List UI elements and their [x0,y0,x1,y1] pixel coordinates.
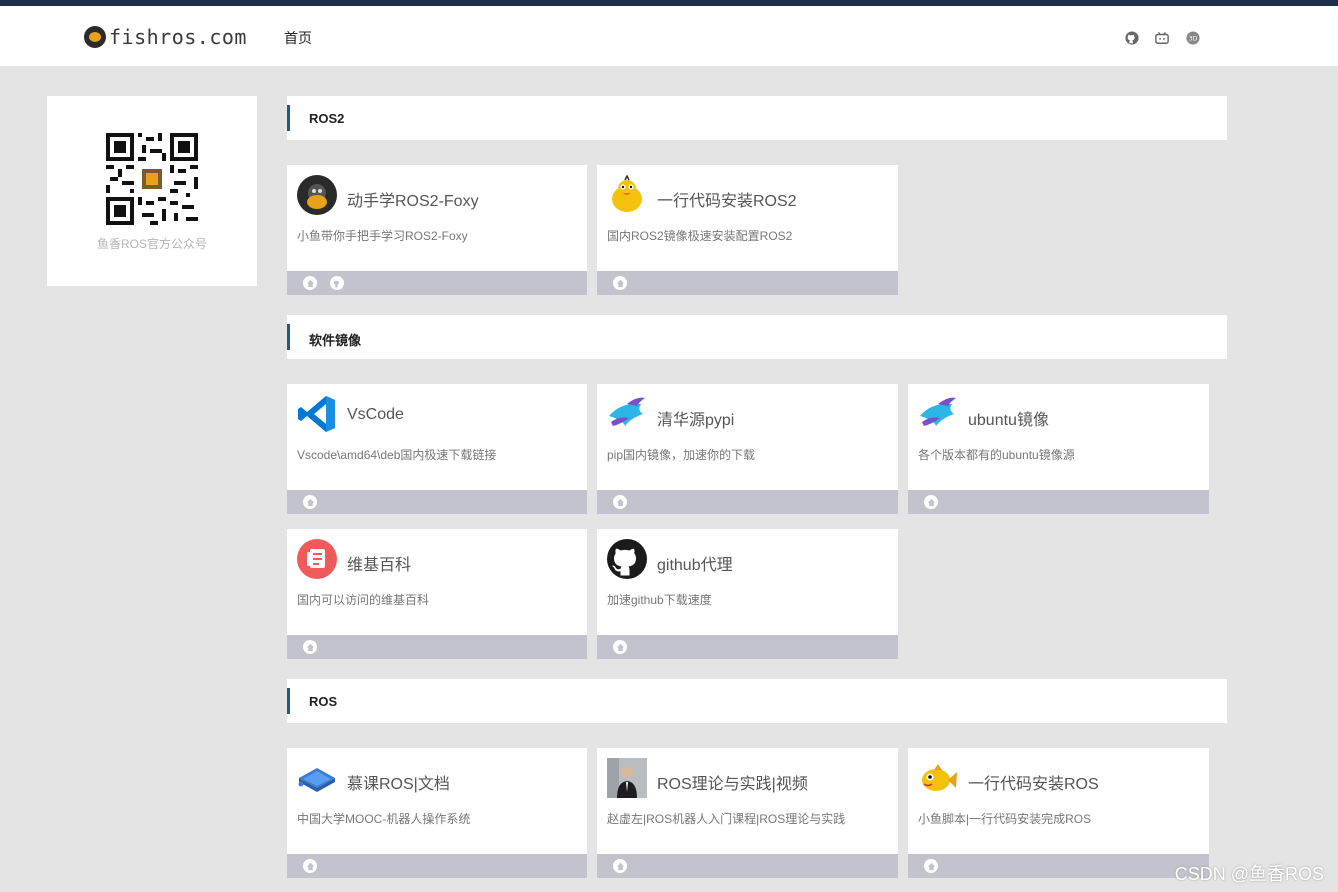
card-ubuntu-mirror[interactable]: ubuntu镜像 各个版本都有的ubuntu镜像源 [908,384,1209,514]
section-title: ROS2 [309,111,345,126]
card-title: 维基百科 [347,557,412,574]
card-title: 一行代码安装ROS [968,776,1099,793]
card-mooc[interactable]: 慕课ROS|文档 中国大学MOOC-机器人操作系统 [287,748,587,878]
logo-text: fishros.com [109,25,247,49]
home-icon[interactable] [924,859,938,873]
github-icon[interactable] [330,276,344,290]
card-footer [908,854,1209,878]
card-description: 加速github下载速度 [607,593,712,607]
card-title: VsCode [347,406,404,423]
card-title: 清华源pypi [657,412,735,429]
card-footer [287,854,587,878]
github-icon [607,539,647,579]
card-footer [597,490,898,514]
section-header-ros2: ROS2 [287,96,1227,140]
card-footer [597,635,898,659]
section-title: ROS [309,694,338,709]
card-description: 国内ROS2镜像极速安装配置ROS2 [607,229,793,243]
section-accent-bar [287,688,290,714]
card-title: ROS理论与实践|视频 [657,776,808,793]
card-description: Vscode\amd64\deb国内极速下载链接 [297,448,497,462]
svg-text:3D: 3D [1189,36,1198,43]
bilibili-icon[interactable] [1155,31,1169,45]
section-header-mirror: 软件镜像 [287,315,1227,359]
wechat-qr-card: 鱼香ROS官方公众号 [47,96,257,286]
tsinghua-fish-icon [920,397,956,426]
fish-icon [922,764,957,791]
github-icon[interactable] [1125,31,1139,45]
section-title: 软件镜像 [309,333,362,348]
section-accent-bar [287,105,290,131]
person-photo-icon [607,758,647,798]
header: fishros.com 首页 3D [0,6,1338,66]
card-footer [287,490,587,514]
card-title: 动手学ROS2-Foxy [347,193,479,210]
home-icon[interactable] [303,640,317,654]
book-icon [298,768,335,792]
qr-caption: 鱼香ROS官方公众号 [96,237,207,251]
card-description: 小鱼脚本|一行代码安装完成ROS [918,812,1092,826]
section-header-ros: ROS [287,679,1227,723]
card-foxy[interactable]: 动手学ROS2-Foxy 小鱼带你手把手学习ROS2-Foxy [287,165,587,295]
card-title: ubuntu镜像 [968,412,1049,429]
card-github-proxy[interactable]: github代理 加速github下载速度 [597,529,898,659]
card-ros-video[interactable]: ROS理论与实践|视频 赵虚左|ROS机器人入门课程|ROS理论与实践 [597,748,898,878]
card-title: 一行代码安装ROS2 [657,193,797,210]
wiki-icon [297,539,337,579]
qr-code-image [106,133,198,225]
card-vscode[interactable]: VsCode Vscode\amd64\deb国内极速下载链接 [287,384,587,514]
home-icon[interactable] [613,859,627,873]
card-description: 中国大学MOOC-机器人操作系统 [297,812,471,826]
card-footer [597,854,898,878]
card-install-ros2[interactable]: 一行代码安装ROS2 国内ROS2镜像极速安装配置ROS2 [597,165,898,295]
blog-icon[interactable]: 3D [1186,31,1200,45]
card-install-ros[interactable]: 一行代码安装ROS 小鱼脚本|一行代码安装完成ROS [908,748,1209,878]
card-footer [597,271,898,295]
duck-icon [612,175,642,212]
fish-logo-icon [84,26,106,48]
card-description: 各个版本都有的ubuntu镜像源 [918,448,1075,462]
site-logo[interactable]: fishros.com [84,23,247,51]
card-footer [287,271,587,295]
card-description: 国内可以访问的维基百科 [297,593,430,607]
card-title: github代理 [657,557,733,574]
card-wikipedia[interactable]: 维基百科 国内可以访问的维基百科 [287,529,587,659]
home-icon[interactable] [613,495,627,509]
card-footer [908,490,1209,514]
section-accent-bar [287,324,290,350]
home-icon[interactable] [303,859,317,873]
csdn-watermark: CSDN @鱼香ROS [1174,864,1324,884]
fishros-avatar-icon [297,175,337,215]
vscode-icon [298,396,335,432]
home-icon[interactable] [303,495,317,509]
tsinghua-fish-icon [609,397,645,426]
home-icon[interactable] [924,495,938,509]
home-icon[interactable] [613,276,627,290]
home-icon[interactable] [303,276,317,290]
card-tsinghua-pypi[interactable]: 清华源pypi pip国内镜像，加速你的下载 [597,384,898,514]
card-title: 慕课ROS|文档 [347,776,450,793]
nav-home-link[interactable]: 首页 [284,28,312,48]
card-description: 小鱼带你手把手学习ROS2-Foxy [297,229,468,243]
card-description: 赵虚左|ROS机器人入门课程|ROS理论与实践 [607,812,846,826]
card-footer [287,635,587,659]
home-icon[interactable] [613,640,627,654]
card-description: pip国内镜像，加速你的下载 [607,448,756,462]
